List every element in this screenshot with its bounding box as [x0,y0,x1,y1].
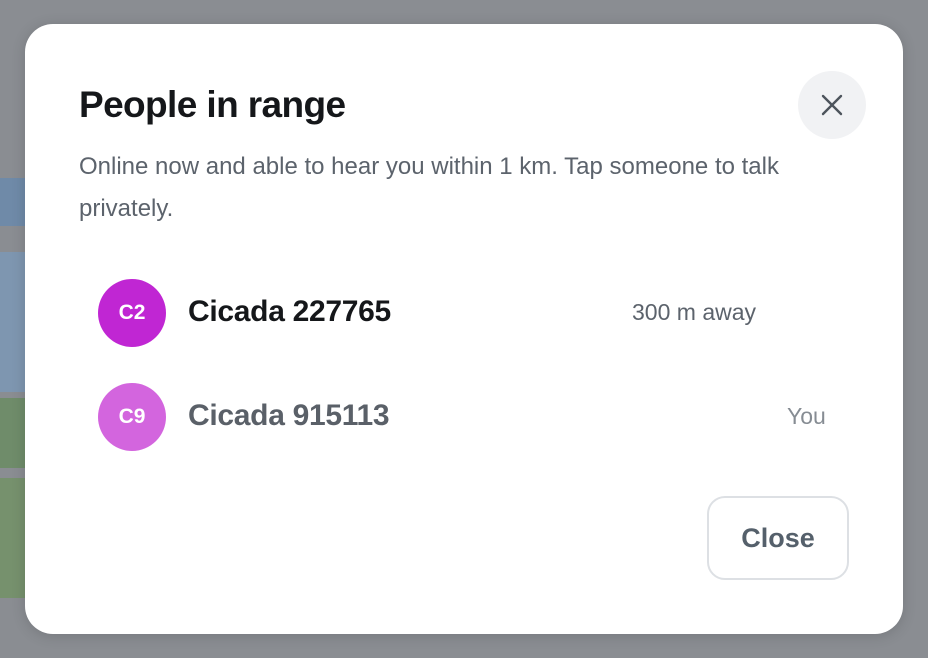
person-distance: 300 m away [632,299,757,325]
person-row[interactable]: C9 Cicada 915113 You [98,383,834,451]
close-icon [821,94,843,116]
dialog-title: People in range [79,84,346,125]
person-row[interactable]: C2 Cicada 227765 300 m away [98,279,834,347]
avatar: C9 [98,383,166,451]
close-icon-button[interactable] [798,71,866,139]
avatar: C2 [98,279,166,347]
person-self-badge: You [787,403,826,429]
close-button[interactable]: Close [707,496,849,580]
person-name: Cicada 915113 [188,399,390,432]
person-name: Cicada 227765 [188,295,391,328]
people-in-range-dialog: People in range Online now and able to h… [25,24,903,634]
dialog-description: Online now and able to hear you within 1… [79,153,779,222]
